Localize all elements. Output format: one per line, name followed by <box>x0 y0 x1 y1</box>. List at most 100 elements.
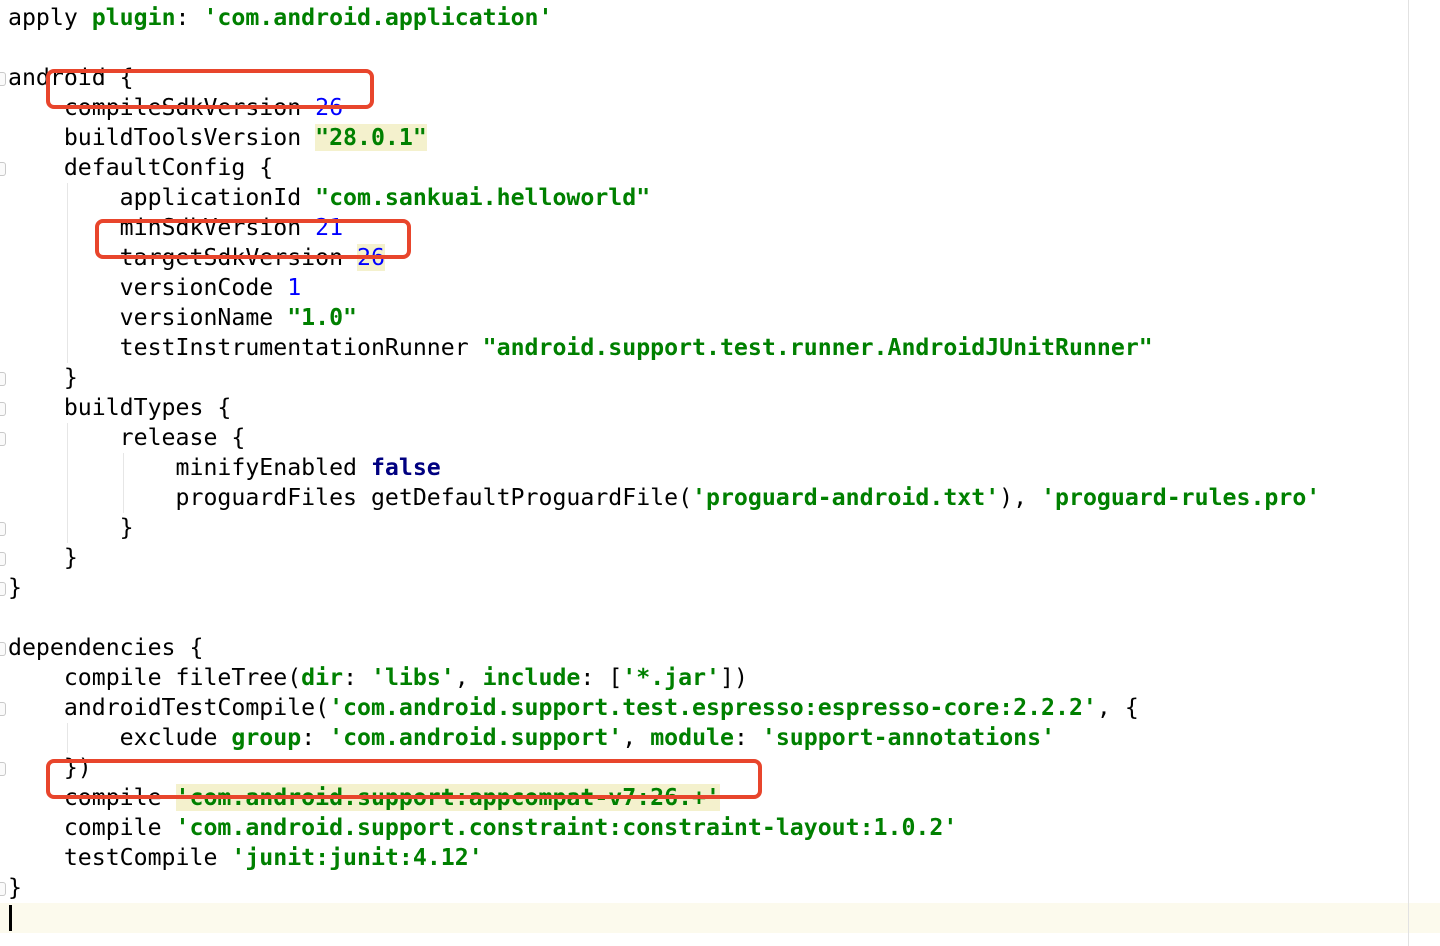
code-token: testCompile <box>8 844 232 871</box>
code-token: targetSdkVersion <box>8 244 358 271</box>
code-token: } <box>8 544 78 571</box>
code-line[interactable]: apply plugin: 'com.android.application' <box>8 3 552 33</box>
code-line[interactable]: } <box>8 513 134 543</box>
code-token: 21 <box>315 214 344 241</box>
code-token: 'support-annotations' <box>761 724 1056 751</box>
code-token: buildTypes { <box>8 394 232 421</box>
code-token: 1 <box>287 274 302 301</box>
code-token: compileSdkVersion <box>8 94 316 121</box>
code-line[interactable]: compile 'com.android.support:appcompat-v… <box>8 783 720 813</box>
code-token: 'com.android.support' <box>329 724 623 751</box>
code-token: "com.sankuai.helloworld" <box>315 184 651 211</box>
code-line[interactable]: }) <box>8 753 92 783</box>
code-token: , <box>454 664 483 691</box>
code-token: versionName <box>8 304 288 331</box>
code-token: dependencies { <box>8 634 204 661</box>
fold-marker-icon[interactable] <box>0 642 6 656</box>
code-line[interactable]: defaultConfig { <box>8 153 273 183</box>
code-line[interactable]: minifyEnabled false <box>8 453 441 483</box>
code-token: apply <box>8 4 92 31</box>
code-token: compile <box>8 814 176 841</box>
code-token: } <box>8 364 78 391</box>
code-token: plugin <box>91 4 176 31</box>
code-token: versionCode <box>8 274 288 301</box>
code-token: } <box>8 874 22 901</box>
fold-marker-icon[interactable] <box>0 582 6 596</box>
code-line[interactable]: } <box>8 363 78 393</box>
text-caret <box>9 905 12 931</box>
fold-marker-icon[interactable] <box>0 162 6 176</box>
fold-marker-icon[interactable] <box>0 762 6 776</box>
code-line[interactable]: dependencies { <box>8 633 203 663</box>
code-token: 'junit:junit:4.12' <box>231 844 483 871</box>
code-line[interactable]: testInstrumentationRunner "android.suppo… <box>8 333 1153 363</box>
fold-marker-icon[interactable] <box>0 372 6 386</box>
fold-marker-icon[interactable] <box>0 402 6 416</box>
code-token: "android.support.test.runner.AndroidJUni… <box>482 334 1153 361</box>
code-token: 'proguard-android.txt' <box>692 484 1000 511</box>
code-token: compile <box>8 784 176 811</box>
code-line[interactable]: } <box>8 543 78 573</box>
code-token: minSdkVersion <box>8 214 316 241</box>
code-token: proguardFiles getDefaultProguardFile( <box>8 484 693 511</box>
code-token: buildToolsVersion <box>8 124 316 151</box>
code-editor[interactable]: apply plugin: 'com.android.application' a… <box>0 0 1440 946</box>
fold-marker-icon[interactable] <box>0 552 6 566</box>
right-margin-guide <box>1408 0 1409 946</box>
code-token: '*.jar' <box>622 664 721 691</box>
code-line[interactable]: android { <box>8 63 134 93</box>
code-token: release { <box>8 424 246 451</box>
code-token: 26 <box>357 244 385 271</box>
code-token: : <box>343 664 371 691</box>
fold-marker-icon[interactable] <box>0 522 6 536</box>
code-token: , <box>622 724 651 751</box>
code-token: false <box>370 454 441 481</box>
code-token: 'libs' <box>370 664 455 691</box>
code-token: : <box>301 724 330 751</box>
code-token: : <box>175 4 204 31</box>
code-line[interactable]: release { <box>8 423 246 453</box>
code-token: android { <box>8 64 134 91</box>
code-line[interactable]: compile fileTree(dir: 'libs', include: [… <box>8 663 748 693</box>
code-token: minifyEnabled <box>8 454 371 481</box>
code-token: } <box>8 574 22 601</box>
code-token: } <box>8 514 134 541</box>
code-line[interactable]: compile 'com.android.support.constraint:… <box>8 813 957 843</box>
code-line[interactable]: androidTestCompile('com.android.support.… <box>8 693 1139 723</box>
code-token: 'com.android.application' <box>203 4 553 31</box>
code-token: 'proguard-rules.pro' <box>1041 484 1321 511</box>
code-token: 'com.android.support.test.espresso:espre… <box>329 694 1097 721</box>
code-line[interactable]: } <box>8 573 22 603</box>
code-token: ), <box>999 484 1042 511</box>
fold-marker-icon[interactable] <box>0 882 6 896</box>
fold-marker-icon[interactable] <box>0 72 6 86</box>
fold-marker-icon[interactable] <box>0 432 6 446</box>
current-line-highlight <box>0 903 1440 933</box>
code-token: defaultConfig { <box>8 154 274 181</box>
code-token: module <box>650 724 734 751</box>
code-token: "1.0" <box>287 304 358 331</box>
code-token: : <box>733 724 762 751</box>
code-token: group <box>231 724 302 751</box>
code-line[interactable]: compileSdkVersion 26 <box>8 93 343 123</box>
code-token: exclude <box>8 724 232 751</box>
code-line[interactable]: proguardFiles getDefaultProguardFile('pr… <box>8 483 1321 513</box>
code-token: applicationId <box>8 184 316 211</box>
code-line[interactable]: } <box>8 873 22 903</box>
code-line[interactable]: testCompile 'junit:junit:4.12' <box>8 843 483 873</box>
code-token: 'com.android.support.constraint:constrai… <box>175 814 958 841</box>
code-line[interactable]: applicationId "com.sankuai.helloworld" <box>8 183 651 213</box>
code-token: dir <box>301 664 344 691</box>
code-line[interactable]: buildToolsVersion "28.0.1" <box>8 123 427 153</box>
code-token: compile fileTree( <box>8 664 302 691</box>
code-line[interactable]: targetSdkVersion 26 <box>8 243 385 273</box>
fold-marker-icon[interactable] <box>0 702 6 716</box>
code-line[interactable]: versionCode 1 <box>8 273 302 303</box>
code-line[interactable]: versionName "1.0" <box>8 303 357 333</box>
code-token: "28.0.1" <box>315 124 427 151</box>
code-line[interactable]: minSdkVersion 21 <box>8 213 343 243</box>
code-line[interactable]: exclude group: 'com.android.support', mo… <box>8 723 1055 753</box>
code-line[interactable]: buildTypes { <box>8 393 232 423</box>
code-token: : [ <box>580 664 623 691</box>
code-token: testInstrumentationRunner <box>8 334 483 361</box>
